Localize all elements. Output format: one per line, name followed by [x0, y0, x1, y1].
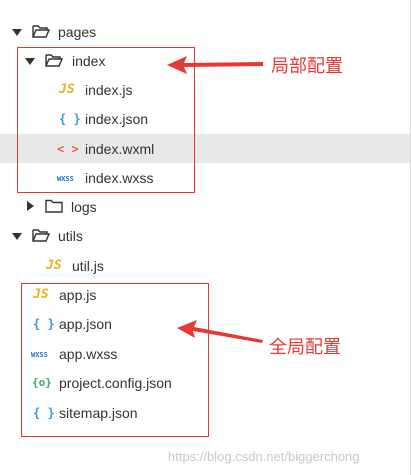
global-config-label: 全局配置: [269, 337, 341, 358]
tree-item-utils[interactable]: utils: [0, 221, 410, 250]
watermark: https://blog.csdn.net/biggerchong: [168, 449, 360, 464]
tree-item-label: logs: [71, 199, 97, 215]
tree-item-logs[interactable]: logs: [0, 192, 410, 221]
local-config-label: 局部配置: [271, 56, 343, 77]
tree-item-label: pages: [58, 24, 97, 40]
js-file-icon: JS: [46, 258, 62, 273]
chevron-down-icon[interactable]: [11, 230, 23, 242]
folder-open-icon: [32, 229, 50, 242]
chevron-down-icon[interactable]: [11, 26, 23, 38]
folder-icon: [45, 199, 63, 213]
chevron-right-icon[interactable]: [24, 200, 36, 212]
arrow-left-icon: [167, 56, 263, 74]
global-config-box: [21, 283, 209, 437]
tree-item-util-js[interactable]: JS util.js: [0, 251, 410, 280]
arrow-left-icon: [177, 320, 263, 343]
tree-item-label: utils: [58, 228, 83, 244]
tree-item-label: util.js: [72, 258, 104, 274]
folder-open-icon: [32, 25, 50, 38]
tree-item-pages[interactable]: pages: [0, 17, 410, 46]
